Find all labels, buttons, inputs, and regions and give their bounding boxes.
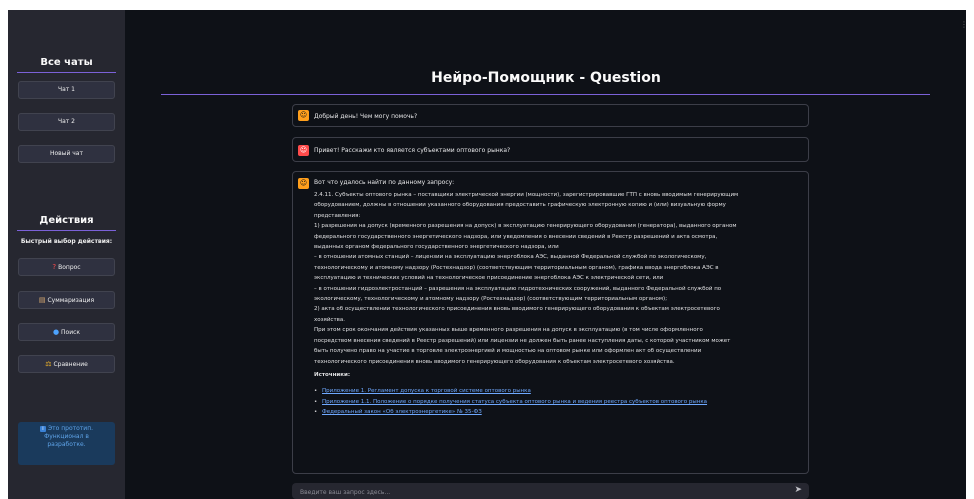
- answer-line: При этом срок окончания действия указанн…: [314, 327, 703, 334]
- more-menu-icon[interactable]: ⋮: [960, 20, 968, 29]
- summarize-action-label: Суммаризация: [47, 297, 95, 304]
- new-chat-button[interactable]: Новый чат: [18, 145, 115, 163]
- user-question-message: ☺ Привет! Расскажи кто является субъекта…: [292, 137, 809, 162]
- answer-line: быть получено право на участие в торговл…: [314, 348, 702, 355]
- page-title: Нейро-Помощник - Question: [431, 70, 661, 86]
- answer-line: эксплуатацию и технических условий на те…: [314, 275, 664, 282]
- send-icon[interactable]: ➤: [794, 485, 802, 495]
- answer-intro-text: Вот что удалось найти по данному запросу…: [314, 179, 455, 186]
- chat-1-button[interactable]: Чат 1: [18, 81, 115, 99]
- actions-heading-divider: [17, 230, 116, 231]
- source-link-2[interactable]: Приложение 1.1. Положение о порядке полу…: [314, 397, 804, 407]
- sidebar: Все чаты Чат 1 Чат 2 Новый чат Действия …: [8, 10, 125, 499]
- bot-avatar-icon: ☺: [298, 110, 309, 121]
- chat-input[interactable]: [298, 485, 772, 499]
- info-line-2: Функционал в: [44, 433, 89, 440]
- app-window: Все чаты Чат 1 Чат 2 Новый чат Действия …: [8, 10, 966, 499]
- chats-heading-divider: [17, 72, 116, 73]
- bot-greeting-message: ☺ Добрый день! Чем могу помочь?: [292, 104, 809, 127]
- source-link-3[interactable]: Федеральный закон «Об электроэнергетике»…: [314, 407, 804, 417]
- question-action-label: Вопрос: [58, 264, 81, 271]
- answer-line: технологического присоединения вновь вво…: [314, 358, 675, 365]
- answer-line: 1) разрешения на допуск (временного разр…: [314, 223, 737, 230]
- chats-heading: Все чаты: [40, 57, 93, 68]
- search-action-button[interactable]: ● Поиск: [18, 323, 115, 341]
- answer-line: хозяйства.: [314, 316, 346, 323]
- answer-line: 2.4.11. Субъекты оптового рынка – постав…: [314, 192, 739, 198]
- sources-label: Источники:: [314, 371, 351, 378]
- summarize-action-button[interactable]: ▤ Суммаризация: [18, 291, 115, 309]
- chat-input-bar: ➤: [292, 483, 809, 499]
- search-action-label: Поиск: [61, 329, 81, 336]
- scales-icon: ⚖: [45, 360, 52, 368]
- chat-2-button[interactable]: Чат 2: [18, 113, 115, 131]
- question-action-button[interactable]: ? Вопрос: [18, 258, 115, 276]
- document-icon: ▤: [38, 296, 46, 304]
- answer-line: – в отношении атомных станций – лицензии…: [314, 254, 707, 261]
- answer-body: 2.4.11. Субъекты оптового рынка – постав…: [314, 190, 804, 418]
- answer-line: экологическому, технологическому и атомн…: [314, 296, 668, 303]
- compare-action-button[interactable]: ⚖ Сравнение: [18, 355, 115, 373]
- answer-line: федерального государственного энергетиче…: [314, 233, 718, 240]
- answer-line: посредством внесения сведений в Реестр р…: [314, 337, 731, 344]
- question-icon: ?: [52, 263, 57, 271]
- source-link-1[interactable]: Приложение 1. Регламент допуска к торгов…: [314, 386, 804, 396]
- info-icon: i: [39, 425, 46, 432]
- bot-avatar-icon: ☺: [298, 178, 309, 189]
- prototype-info-box: i Это прототип. Функционал в разработке.: [18, 422, 115, 465]
- answer-line: выданных органом федерального государств…: [314, 244, 559, 251]
- answer-line: 2) акта об осуществлении технологическог…: [314, 306, 720, 313]
- answer-line: технологическому и атомному надзору (Рос…: [314, 264, 719, 271]
- actions-heading: Действия: [39, 215, 94, 226]
- info-line-3: разработке.: [47, 441, 86, 448]
- search-icon: ●: [52, 328, 60, 336]
- title-divider: [161, 94, 930, 95]
- compare-action-label: Сравнение: [53, 361, 88, 368]
- answer-line: – в отношении гидроэлектростанций – разр…: [314, 285, 722, 292]
- info-line-1: Это прототип.: [47, 425, 94, 432]
- answer-line: оборудованием, должны в отношении указан…: [314, 202, 726, 209]
- bot-answer-message: ☺ Вот что удалось найти по данному запро…: [292, 171, 809, 474]
- answer-line: представления:: [314, 212, 361, 219]
- bot-greeting-text: Добрый день! Чем могу помочь?: [314, 113, 418, 120]
- user-avatar-icon: ☺: [298, 145, 309, 156]
- user-question-text: Привет! Расскажи кто является субъектами…: [314, 147, 511, 154]
- quick-action-label: Быстрый выбор действия:: [20, 238, 113, 245]
